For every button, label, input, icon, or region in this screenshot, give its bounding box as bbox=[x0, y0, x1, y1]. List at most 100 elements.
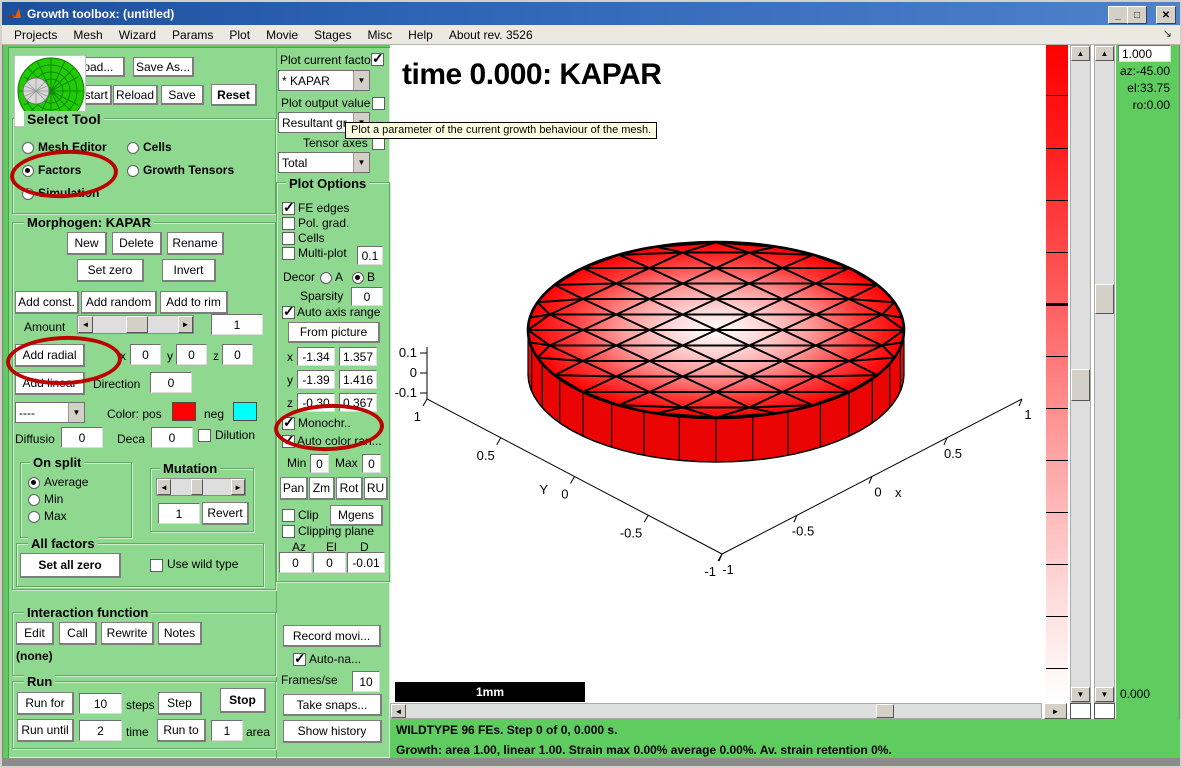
scrollbar-left-arrow-icon[interactable]: ◄ bbox=[391, 704, 406, 718]
plot-current-factor-label[interactable]: Plot current factor bbox=[280, 53, 375, 67]
use-wild-type-checkbox[interactable] bbox=[150, 559, 163, 572]
axis-y-min-field[interactable]: -1.39 bbox=[297, 370, 335, 389]
mutation-slider-thumb[interactable] bbox=[191, 479, 203, 495]
mgens-button[interactable]: Mgens bbox=[330, 505, 383, 526]
split-max-radio[interactable] bbox=[28, 511, 40, 523]
slider-right-arrow-icon[interactable]: ► bbox=[231, 479, 245, 495]
dilution-checkbox[interactable] bbox=[198, 429, 211, 442]
split-min-radio[interactable] bbox=[28, 494, 40, 506]
run-until-button[interactable]: Run until bbox=[17, 719, 74, 742]
add-random-button[interactable]: Add random bbox=[81, 291, 157, 314]
decay-field[interactable]: 0 bbox=[151, 427, 193, 448]
plot-output-value-checkbox[interactable] bbox=[372, 97, 385, 110]
reload-button[interactable]: Reload bbox=[113, 85, 158, 105]
add-const-button[interactable]: Add const. bbox=[15, 291, 79, 314]
diffusion-field[interactable]: 0 bbox=[61, 427, 103, 448]
scrollbar-up-arrow-icon[interactable]: ▲ bbox=[1071, 46, 1090, 61]
amount-slider-thumb[interactable] bbox=[126, 316, 148, 333]
radial-z-field[interactable]: 0 bbox=[222, 344, 253, 365]
delete-button[interactable]: Delete bbox=[112, 232, 162, 255]
steps-field[interactable]: 10 bbox=[79, 693, 122, 714]
slider-left-arrow-icon[interactable]: ◄ bbox=[78, 316, 93, 333]
auto-name-label[interactable]: Auto-na... bbox=[309, 652, 361, 666]
reset-button[interactable]: Reset bbox=[211, 84, 257, 106]
area-field[interactable]: 1 bbox=[211, 720, 243, 741]
clipping-plane-label[interactable]: Clipping plane bbox=[298, 524, 374, 538]
multi-plot-field[interactable]: 0.1 bbox=[357, 246, 383, 265]
title-bar[interactable]: Growth toolbox: (untitled) _ □ ✕ bbox=[2, 2, 1180, 25]
run-to-button[interactable]: Run to bbox=[157, 719, 206, 742]
revert-button[interactable]: Revert bbox=[202, 502, 249, 525]
mutation-slider[interactable]: ◄ ► bbox=[156, 478, 246, 496]
stop-button[interactable]: Stop bbox=[220, 688, 266, 713]
menu-mesh[interactable]: Mesh bbox=[65, 26, 110, 44]
frames-field[interactable]: 10 bbox=[352, 671, 380, 692]
menu-wizard[interactable]: Wizard bbox=[111, 26, 164, 44]
menu-params[interactable]: Params bbox=[164, 26, 221, 44]
multi-plot-checkbox[interactable] bbox=[282, 247, 295, 260]
auto-axis-range-label[interactable]: Auto axis range bbox=[297, 305, 380, 319]
decor-a-radio[interactable] bbox=[320, 272, 332, 284]
pol-grad-label[interactable]: Pol. grad. bbox=[298, 216, 349, 230]
mutation-field[interactable]: 1 bbox=[158, 503, 200, 524]
split-average-label[interactable]: Average bbox=[44, 475, 88, 489]
menu-projects[interactable]: Projects bbox=[6, 26, 65, 44]
rewrite-button[interactable]: Rewrite bbox=[101, 622, 154, 645]
save-button[interactable]: Save bbox=[161, 85, 204, 105]
preset-dropdown[interactable]: ---- ▼ bbox=[15, 402, 85, 423]
save-as-button[interactable]: Save As... bbox=[133, 57, 194, 77]
scrollbar-right-arrow-icon[interactable]: ► bbox=[1044, 703, 1067, 719]
split-max-label[interactable]: Max bbox=[44, 509, 67, 523]
decor-b-radio[interactable] bbox=[352, 272, 364, 284]
split-min-label[interactable]: Min bbox=[44, 492, 63, 506]
run-for-button[interactable]: Run for bbox=[17, 692, 74, 715]
slider-right-arrow-icon[interactable]: ► bbox=[178, 316, 193, 333]
edit-button[interactable]: Edit bbox=[16, 622, 54, 645]
decor-b-label[interactable]: B bbox=[367, 270, 375, 284]
scrollbar-down-arrow-icon[interactable]: ▼ bbox=[1095, 687, 1114, 702]
from-picture-button[interactable]: From picture bbox=[288, 322, 380, 343]
plot-horizontal-scrollbar[interactable]: ◄ bbox=[390, 703, 1042, 719]
cells-label[interactable]: Cells bbox=[143, 140, 172, 154]
plot-current-factor-checkbox[interactable] bbox=[371, 53, 384, 66]
zoom-button[interactable]: Zm bbox=[309, 477, 335, 500]
factor-dropdown[interactable]: * KAPAR ▼ bbox=[278, 70, 370, 91]
max-field[interactable]: 0 bbox=[362, 454, 381, 473]
plot-3d-axes[interactable]: 0.10-0.110.50-0.5-1Y-1-0.500.51x bbox=[390, 45, 1045, 719]
menu-plot[interactable]: Plot bbox=[221, 26, 258, 44]
axis-x-max-field[interactable]: 1.357 bbox=[339, 347, 377, 366]
clip-label[interactable]: Clip bbox=[298, 508, 319, 522]
rotate-up-button[interactable]: RU bbox=[364, 477, 388, 500]
rotate-button[interactable]: Rot bbox=[336, 477, 363, 500]
radial-x-field[interactable]: 0 bbox=[130, 344, 161, 365]
pol-grad-checkbox[interactable] bbox=[282, 217, 295, 230]
min-field[interactable]: 0 bbox=[310, 454, 329, 473]
call-button[interactable]: Call bbox=[59, 622, 97, 645]
direction-field[interactable]: 0 bbox=[150, 372, 192, 393]
slider-left-arrow-icon[interactable]: ◄ bbox=[157, 479, 171, 495]
el-field[interactable]: 0 bbox=[313, 552, 346, 573]
growth-tensors-label[interactable]: Growth Tensors bbox=[143, 163, 234, 177]
split-average-radio[interactable] bbox=[28, 477, 40, 489]
vertical-scrollbar-2[interactable]: ▲ ▼ bbox=[1094, 45, 1115, 703]
chevron-down-icon[interactable]: ▼ bbox=[68, 403, 84, 422]
axis-x-min-field[interactable]: -1.34 bbox=[297, 347, 335, 366]
plot-output-value-label[interactable]: Plot output value bbox=[281, 96, 370, 110]
clip-checkbox[interactable] bbox=[282, 509, 295, 522]
auto-name-checkbox[interactable] bbox=[293, 653, 306, 666]
menu-movie[interactable]: Movie bbox=[258, 26, 306, 44]
record-movie-button[interactable]: Record movi... bbox=[283, 625, 381, 647]
fe-edges-checkbox[interactable] bbox=[282, 202, 295, 215]
amount-slider[interactable]: ◄ ► bbox=[77, 315, 194, 334]
rename-button[interactable]: Rename bbox=[167, 232, 224, 255]
chevron-down-icon[interactable]: ▼ bbox=[353, 153, 369, 172]
new-button[interactable]: New bbox=[67, 232, 107, 255]
colorbar-max-field[interactable]: 1.000 bbox=[1118, 45, 1171, 62]
az-field[interactable]: 0 bbox=[279, 552, 312, 573]
dilution-label[interactable]: Dilution bbox=[215, 428, 255, 442]
cells-checkbox[interactable] bbox=[282, 232, 295, 245]
chevron-down-icon[interactable]: ▼ bbox=[353, 71, 369, 90]
mesh-editor-radio[interactable] bbox=[22, 142, 34, 154]
minimize-button[interactable]: _ bbox=[1108, 6, 1128, 24]
use-wild-type-label[interactable]: Use wild type bbox=[167, 557, 238, 571]
